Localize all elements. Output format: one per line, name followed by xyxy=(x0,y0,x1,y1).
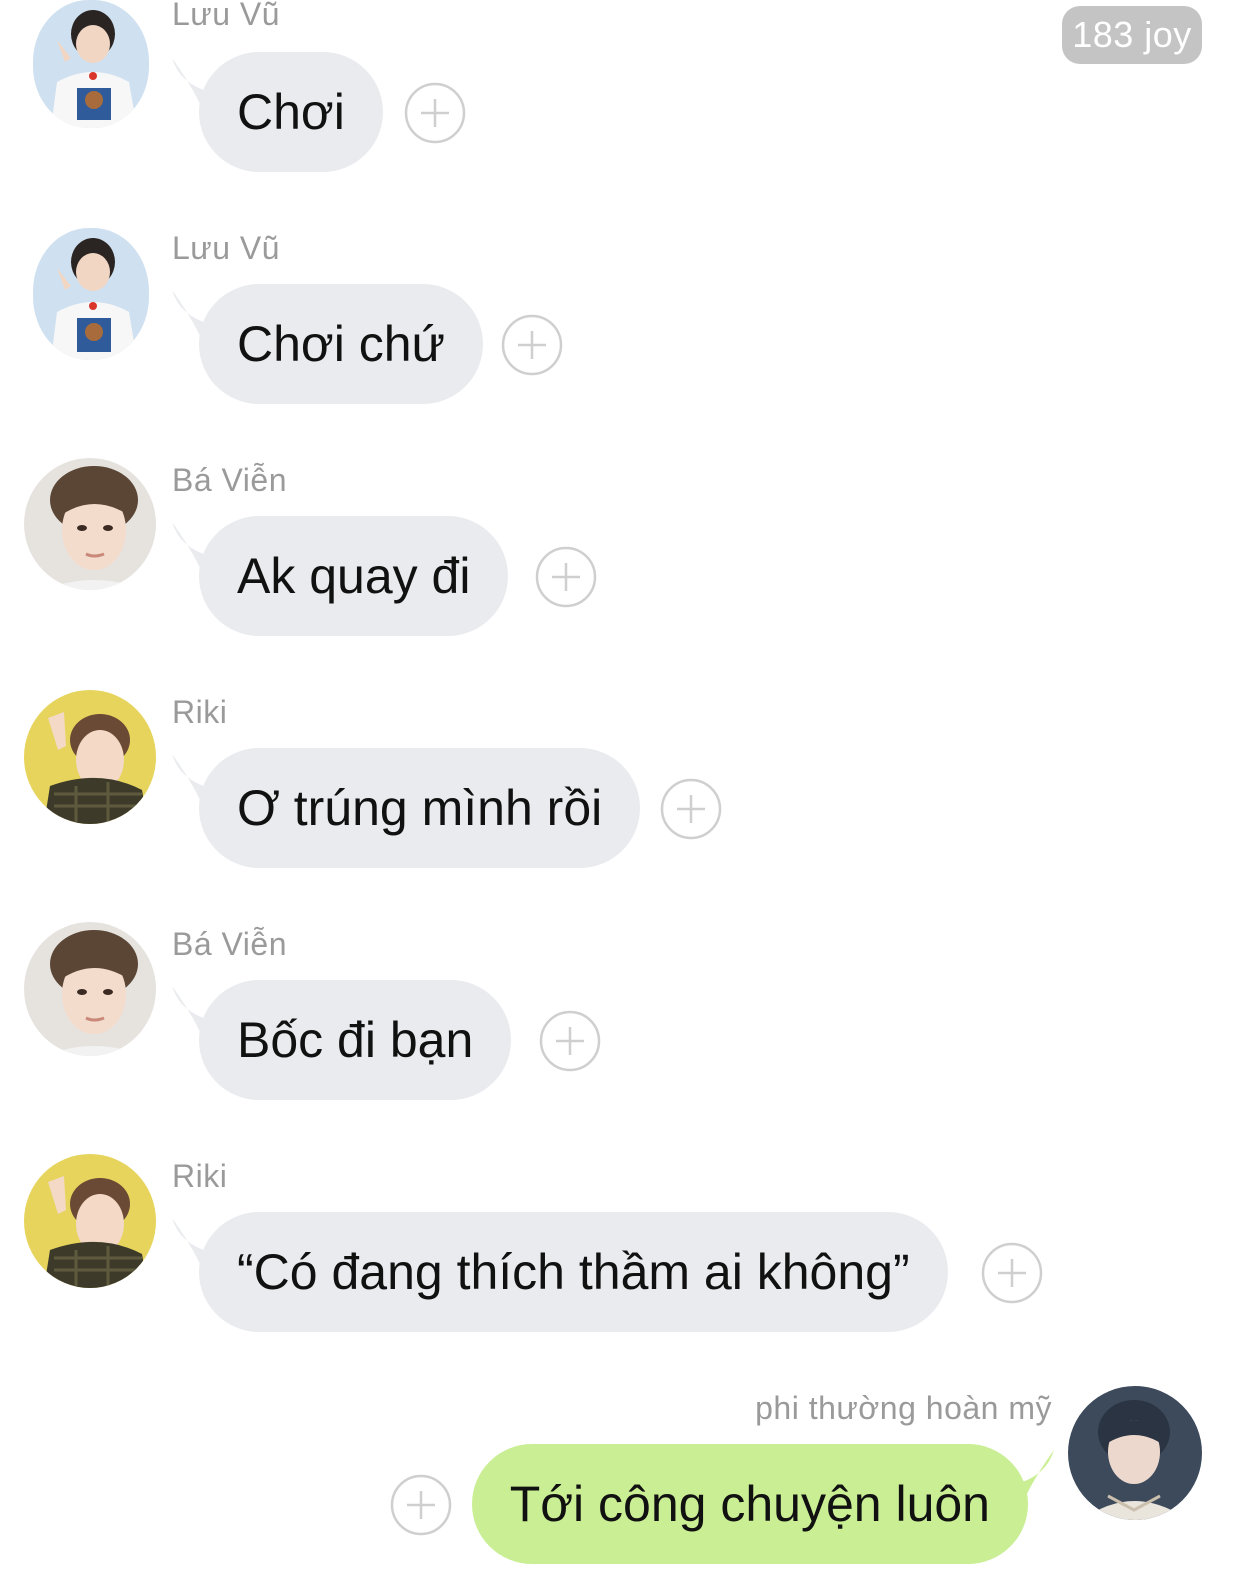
luu-vu-avatar-image xyxy=(33,0,149,128)
sender-name: Riki xyxy=(172,1158,228,1194)
message-bubble[interactable]: Ơ trúng mình rồi xyxy=(199,748,641,868)
sender-name: Lưu Vũ xyxy=(172,230,281,266)
message-bubble[interactable]: Ak quay đi xyxy=(199,516,509,636)
add-reaction-icon xyxy=(660,778,722,840)
add-reaction-button[interactable] xyxy=(660,778,722,840)
ba-vien-avatar-image xyxy=(24,458,156,590)
luu-vu-avatar[interactable] xyxy=(33,228,149,360)
riki-avatar[interactable] xyxy=(24,690,156,824)
add-reaction-icon xyxy=(404,82,466,144)
self-avatar-image xyxy=(1068,1386,1202,1520)
ba-vien-avatar[interactable] xyxy=(24,458,156,590)
message-row: Bá Viễn Bốc đi bạn xyxy=(0,908,1242,1140)
add-reaction-button[interactable] xyxy=(981,1242,1043,1304)
add-reaction-icon xyxy=(539,1010,601,1072)
message-row: Lưu Vũ Chơi chứ xyxy=(0,212,1242,444)
sender-name: Riki xyxy=(172,694,228,730)
add-reaction-button[interactable] xyxy=(501,314,563,376)
add-reaction-icon xyxy=(501,314,563,376)
add-reaction-button[interactable] xyxy=(404,82,466,144)
message-row: Bá Viễn Ak quay đi xyxy=(0,444,1242,676)
ba-vien-avatar[interactable] xyxy=(24,922,156,1056)
add-reaction-icon xyxy=(390,1474,452,1536)
riki-avatar[interactable] xyxy=(24,1154,156,1288)
add-reaction-icon xyxy=(981,1242,1043,1304)
luu-vu-avatar[interactable] xyxy=(33,0,149,128)
message-row: Riki Ơ trúng mình rồi xyxy=(0,676,1242,908)
add-reaction-button[interactable] xyxy=(390,1474,452,1536)
message-bubble[interactable]: Chơi xyxy=(199,52,383,172)
message-row-outgoing: phi thường hoàn mỹ Tới công chuyện luôn xyxy=(0,1372,1242,1589)
self-avatar[interactable] xyxy=(1068,1386,1202,1520)
riki-avatar-image xyxy=(24,1154,156,1288)
add-reaction-button[interactable] xyxy=(539,1010,601,1072)
message-row: Lưu Vũ Chơi xyxy=(0,0,1242,212)
message-bubble[interactable]: “Có đang thích thầm ai không” xyxy=(199,1212,948,1332)
sender-name: Bá Viễn xyxy=(172,462,287,498)
add-reaction-icon xyxy=(535,546,597,608)
message-bubble[interactable]: Chơi chứ xyxy=(199,284,483,404)
message-row: Riki “Có đang thích thầm ai không” xyxy=(0,1140,1242,1372)
message-bubble[interactable]: Bốc đi bạn xyxy=(199,980,512,1100)
sender-name: phi thường hoàn mỹ xyxy=(755,1390,1052,1426)
sender-name: Bá Viễn xyxy=(172,926,287,962)
luu-vu-avatar-image xyxy=(33,228,149,360)
message-bubble-outgoing[interactable]: Tới công chuyện luôn xyxy=(471,1444,1028,1564)
sender-name: Lưu Vũ xyxy=(172,0,281,32)
ba-vien-avatar-image xyxy=(24,922,156,1056)
riki-avatar-image xyxy=(24,690,156,824)
add-reaction-button[interactable] xyxy=(535,546,597,608)
